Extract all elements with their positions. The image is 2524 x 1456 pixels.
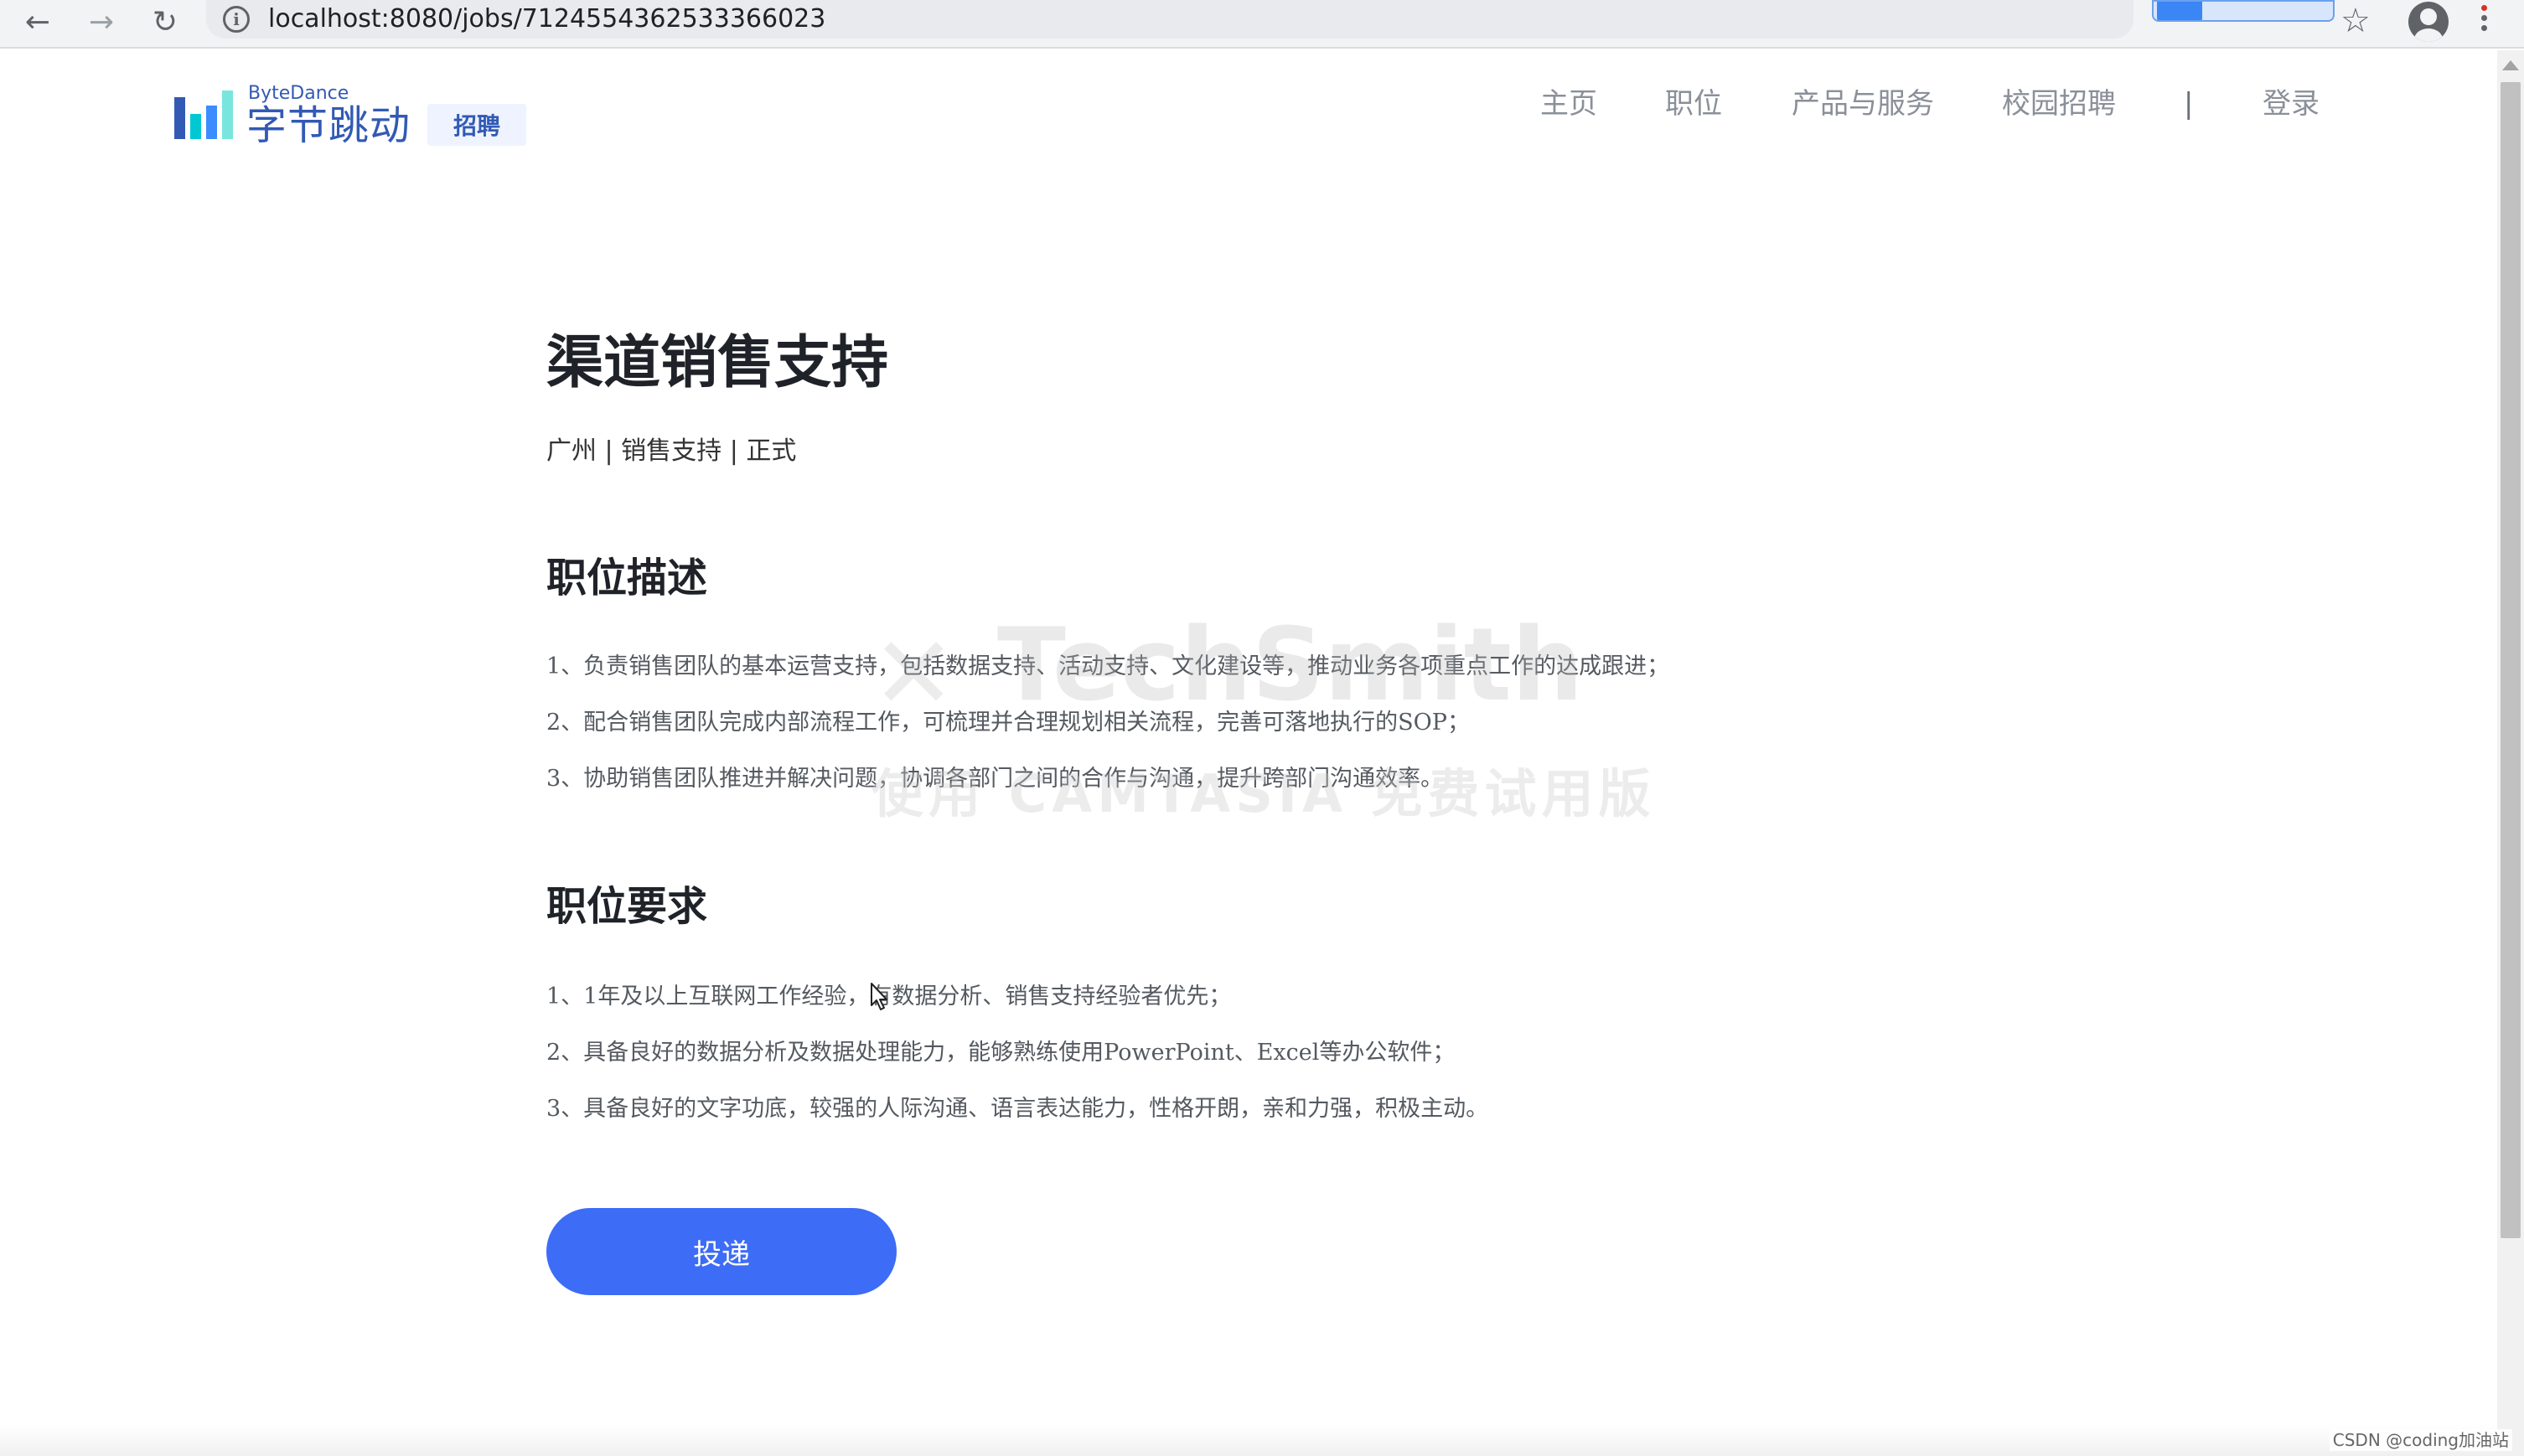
back-arrow-icon[interactable]: ← — [18, 3, 57, 42]
site-header: ByteDance 字节跳动 招聘 主页 职位 产品与服务 校园招聘 | 登录 — [0, 50, 2497, 168]
scroll-up-arrow-icon[interactable] — [2502, 60, 2519, 70]
nav-campus-recruiting[interactable]: 校园招聘 — [2002, 85, 2116, 122]
reload-icon[interactable]: ↻ — [146, 3, 184, 42]
job-meta: 广州 | 销售支持 | 正式 — [546, 436, 797, 466]
bytedance-logo[interactable]: ByteDance 字节跳动 招聘 — [174, 67, 526, 147]
account-avatar-icon[interactable] — [2408, 2, 2449, 42]
site-info-icon[interactable]: i — [223, 6, 250, 33]
apply-button[interactable]: 投递 — [546, 1208, 897, 1295]
job-title: 渠道销售支持 — [546, 330, 889, 396]
browser-menu-icon[interactable] — [2479, 5, 2489, 39]
description-heading: 职位描述 — [546, 555, 708, 602]
forward-arrow-icon[interactable]: → — [82, 3, 121, 42]
nav-products-services[interactable]: 产品与服务 — [1792, 85, 1934, 122]
bookmark-star-icon[interactable]: ☆ — [2340, 2, 2371, 40]
requirements-heading: 职位要求 — [546, 883, 708, 930]
logo-bars-icon — [174, 90, 233, 139]
description-item: 2、配合销售团队完成内部流程工作，可梳理并合理规划相关流程，完善可落地执行的SO… — [546, 710, 1470, 736]
requirement-item: 3、具备良好的文字功底，较强的人际沟通、语言表达能力，性格开朗，亲和力强，积极主… — [546, 1096, 1489, 1122]
description-item: 1、负责销售团队的基本运营支持，包括数据支持、活动支持、文化建设等，推动业务各项… — [546, 653, 1670, 679]
description-item: 3、协助销售团队推进并解决问题，协调各部门之间的合作与沟通，提升跨部门沟通效率。 — [546, 766, 1444, 792]
browser-toolbar: ← → ↻ i localhost:8080/jobs/712455436253… — [0, 0, 2524, 49]
extension-badge[interactable] — [2152, 0, 2335, 22]
nav-login[interactable]: 登录 — [2263, 85, 2320, 122]
logo-recruit-tag: 招聘 — [427, 104, 526, 146]
csdn-credit: CSDN @coding加油站 — [2329, 1429, 2512, 1451]
requirement-item: 2、具备良好的数据分析及数据处理能力，能够熟练使用PowerPoint、Exce… — [546, 1040, 1456, 1066]
nav-jobs[interactable]: 职位 — [1665, 85, 1722, 122]
nav-home[interactable]: 主页 — [1540, 85, 1597, 122]
address-bar[interactable]: i localhost:8080/jobs/712455436253336602… — [206, 0, 2134, 39]
scrollbar-thumb[interactable] — [2501, 82, 2521, 1238]
logo-english-text: ByteDance — [248, 83, 349, 104]
mouse-cursor-icon — [871, 983, 887, 1010]
extension-icon — [2157, 2, 2202, 20]
bottom-fade — [0, 1424, 2497, 1456]
url-text[interactable]: localhost:8080/jobs/7124554362533366023 — [268, 3, 825, 35]
logo-chinese-text: 字节跳动 — [246, 102, 411, 149]
nav-divider: | — [2184, 87, 2194, 121]
